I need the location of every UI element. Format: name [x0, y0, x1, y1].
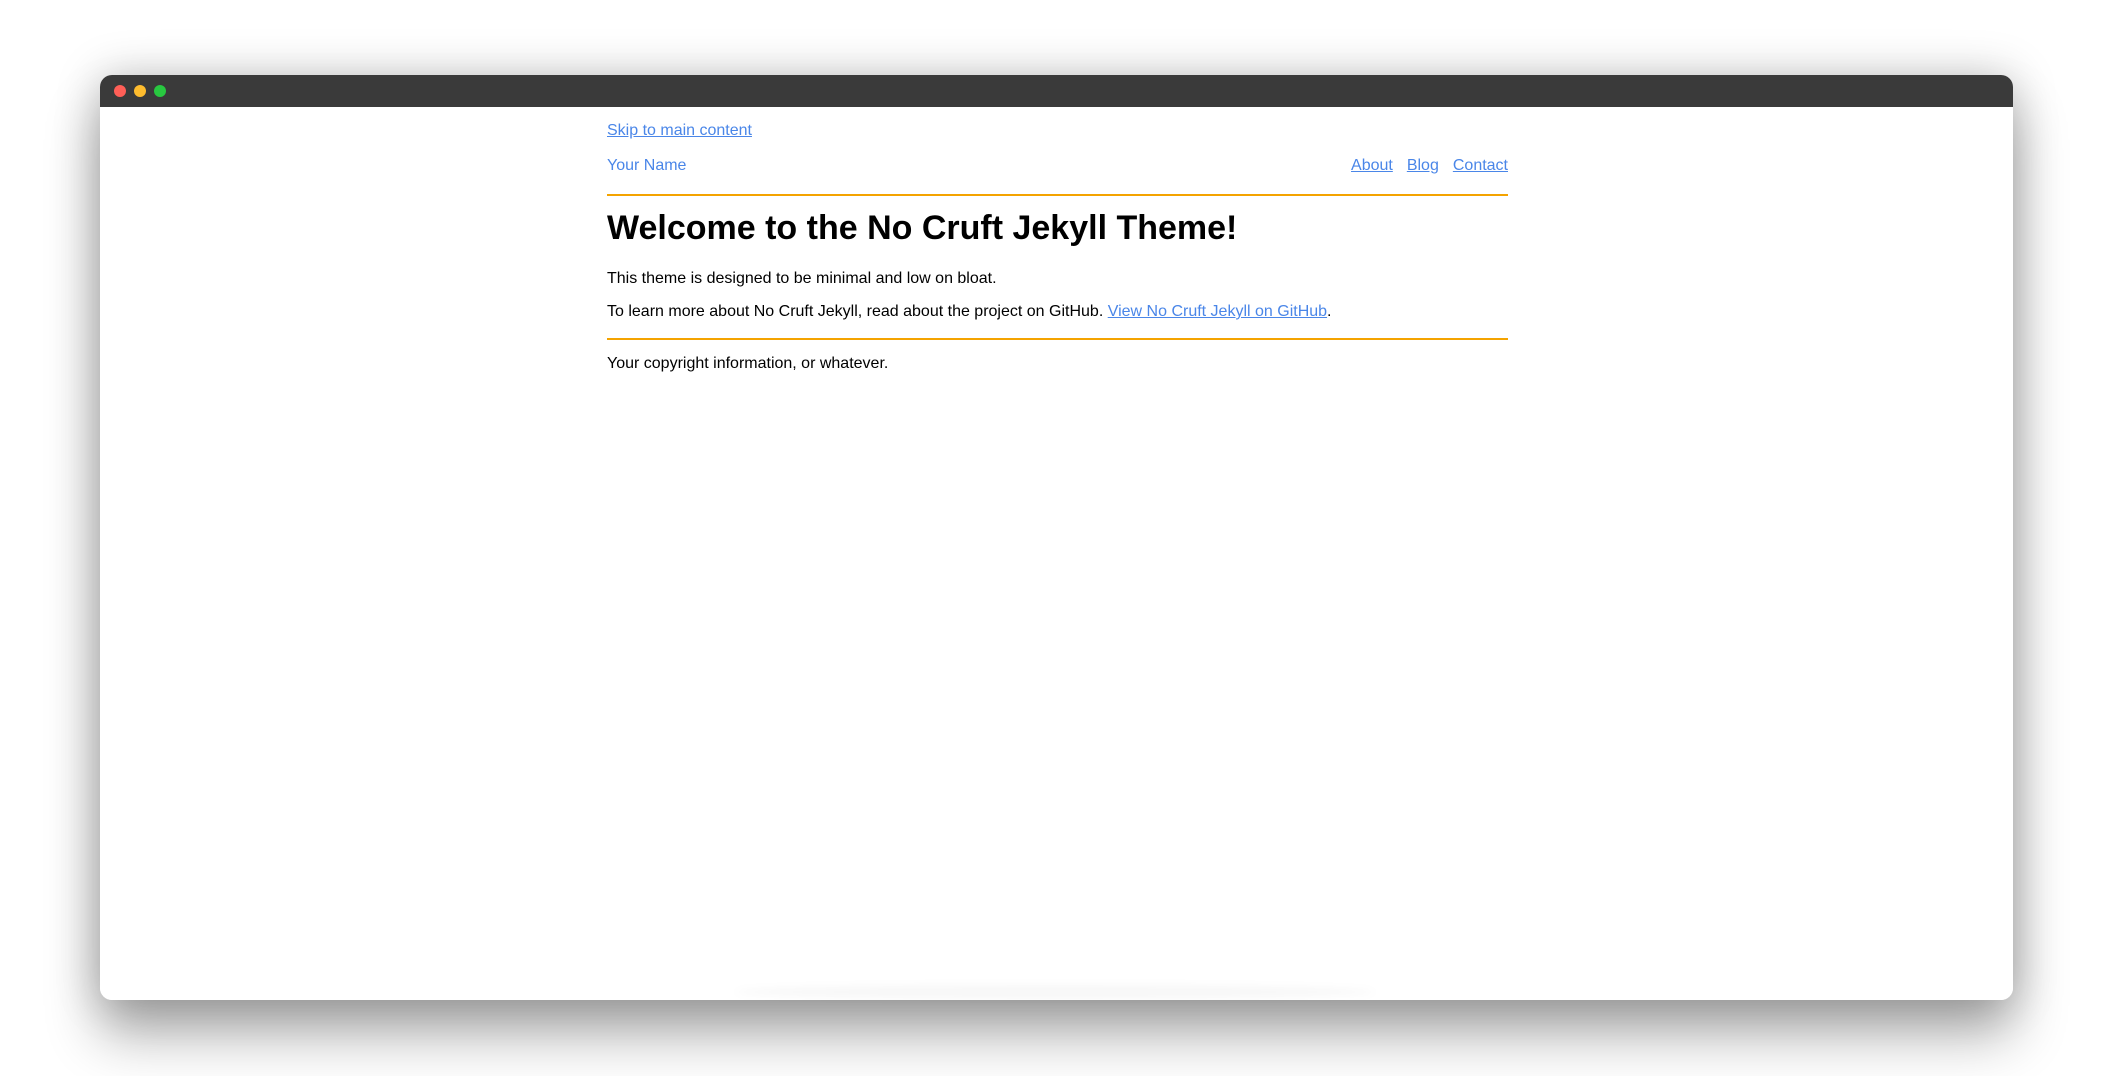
page-title: Welcome to the No Cruft Jekyll Theme! [607, 209, 1238, 247]
nav-link-blog[interactable]: Blog [1407, 157, 1439, 175]
intro-paragraph: This theme is designed to be minimal and… [607, 270, 997, 287]
minimize-window-button[interactable] [134, 85, 146, 97]
nav-link-contact[interactable]: Contact [1453, 157, 1508, 175]
header-divider [607, 194, 1508, 196]
github-paragraph-period: . [1327, 303, 1332, 320]
nav-link-about[interactable]: About [1351, 157, 1393, 175]
zoom-window-button[interactable] [154, 85, 166, 97]
page-bottom-shadow [735, 985, 1375, 999]
browser-window: Skip to main content Your Name About Blo… [100, 75, 2013, 1000]
close-window-button[interactable] [114, 85, 126, 97]
github-link[interactable]: View No Cruft Jekyll on GitHub [1108, 303, 1327, 320]
screenshot-stage: Skip to main content Your Name About Blo… [0, 0, 2113, 1076]
window-titlebar [100, 75, 2013, 107]
site-header: Your Name About Blog Contact [607, 157, 1508, 179]
web-page: Skip to main content Your Name About Blo… [100, 107, 2013, 1000]
github-paragraph-text: To learn more about No Cruft Jekyll, rea… [607, 303, 1108, 320]
site-name-link[interactable]: Your Name [607, 157, 686, 175]
footer-copyright: Your copyright information, or whatever. [607, 355, 889, 372]
github-paragraph: To learn more about No Cruft Jekyll, rea… [607, 303, 1332, 321]
site-nav: About Blog Contact [1351, 157, 1508, 175]
skip-to-main-link[interactable]: Skip to main content [607, 122, 752, 140]
footer-divider [607, 338, 1508, 340]
